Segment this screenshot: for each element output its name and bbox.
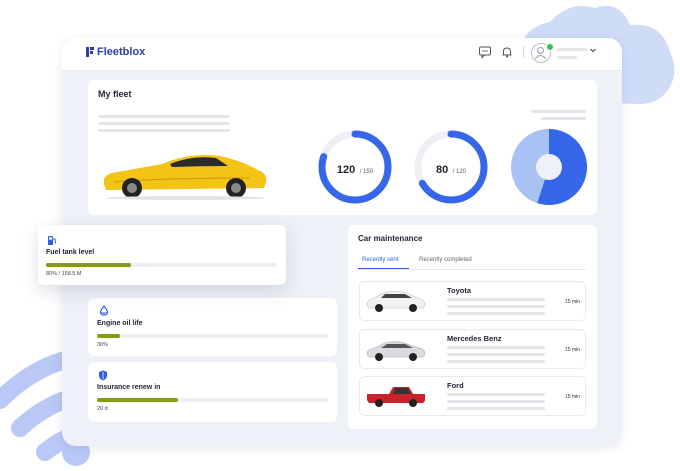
gauge-1-value: 120 bbox=[336, 164, 356, 176]
text-placeholder bbox=[98, 129, 230, 132]
text-placeholder bbox=[447, 407, 545, 410]
insurance-label: Insurance renew in bbox=[97, 384, 161, 391]
insurance-bar-fill bbox=[97, 398, 178, 402]
maintenance-time: 15 min bbox=[565, 299, 581, 305]
oil-drop-icon bbox=[99, 305, 109, 316]
insurance-card bbox=[88, 362, 337, 422]
engine-oil-label: Engine oil life bbox=[97, 320, 143, 327]
engine-oil-bar bbox=[97, 334, 328, 338]
text-placeholder bbox=[447, 393, 545, 396]
fleet-title: My fleet bbox=[98, 89, 132, 99]
maintenance-car-name: Toyota bbox=[447, 286, 472, 295]
text-placeholder bbox=[447, 298, 545, 301]
shield-icon bbox=[99, 370, 107, 381]
text-placeholder bbox=[98, 122, 230, 125]
text-placeholder bbox=[447, 346, 545, 349]
gauge-2-label: 80 / 120 bbox=[413, 160, 489, 178]
text-placeholder bbox=[531, 110, 586, 113]
fuel-tank-bar-fill bbox=[46, 263, 132, 267]
brand-logo[interactable]: Fleetblox bbox=[86, 46, 145, 58]
fleet-pie-chart bbox=[511, 129, 587, 205]
car-thumbnail-red-pickup bbox=[367, 387, 425, 407]
text-placeholder bbox=[447, 312, 545, 315]
text-placeholder bbox=[541, 117, 586, 120]
gauge-2-value: 80 bbox=[435, 164, 449, 176]
tabs-divider bbox=[358, 269, 586, 270]
car-thumbnail-silver-sedan bbox=[366, 341, 426, 361]
text-placeholder bbox=[447, 353, 545, 356]
chat-icon[interactable] bbox=[478, 45, 492, 59]
insurance-value: 20 d bbox=[97, 406, 108, 412]
text-placeholder bbox=[98, 115, 230, 118]
maintenance-title: Car maintenance bbox=[358, 234, 423, 243]
brand-name: Fleetblox bbox=[97, 46, 146, 58]
tab-recently-completed[interactable]: Recently completed bbox=[419, 257, 472, 263]
gauge-2-total: / 120 bbox=[452, 169, 467, 175]
user-name-placeholder bbox=[557, 48, 587, 51]
bell-icon[interactable] bbox=[500, 45, 514, 59]
car-thumbnail-white-suv bbox=[366, 291, 426, 312]
fuel-pump-icon bbox=[48, 236, 56, 245]
insurance-bar bbox=[97, 398, 328, 402]
text-placeholder bbox=[447, 400, 545, 403]
maintenance-time: 15 min bbox=[565, 394, 581, 400]
engine-oil-value: 30% bbox=[97, 342, 109, 348]
logo-icon bbox=[86, 47, 94, 57]
gauge-1-label: 120 / 150 bbox=[317, 160, 393, 178]
maintenance-car-name: Mercedes Benz bbox=[447, 334, 502, 343]
user-role-placeholder bbox=[557, 56, 577, 59]
text-placeholder bbox=[447, 305, 545, 308]
gauge-1-total: / 150 bbox=[359, 169, 374, 175]
engine-oil-card bbox=[88, 298, 337, 356]
fuel-tank-label: Fuel tank level bbox=[46, 249, 95, 256]
fuel-tank-bar bbox=[46, 263, 277, 267]
maintenance-car-name: Ford bbox=[447, 381, 464, 390]
chevron-down-icon[interactable] bbox=[590, 48, 596, 53]
online-status-dot bbox=[546, 43, 554, 51]
engine-oil-bar-fill bbox=[97, 334, 121, 338]
tab-recently-sent[interactable]: Recently sent bbox=[362, 257, 398, 263]
text-placeholder bbox=[447, 360, 545, 363]
fuel-tank-value: 80% / 158.5 M bbox=[46, 271, 82, 277]
maintenance-time: 15 min bbox=[565, 347, 581, 353]
pie-hole bbox=[536, 154, 562, 180]
divider bbox=[523, 46, 524, 58]
car-image bbox=[103, 155, 267, 200]
